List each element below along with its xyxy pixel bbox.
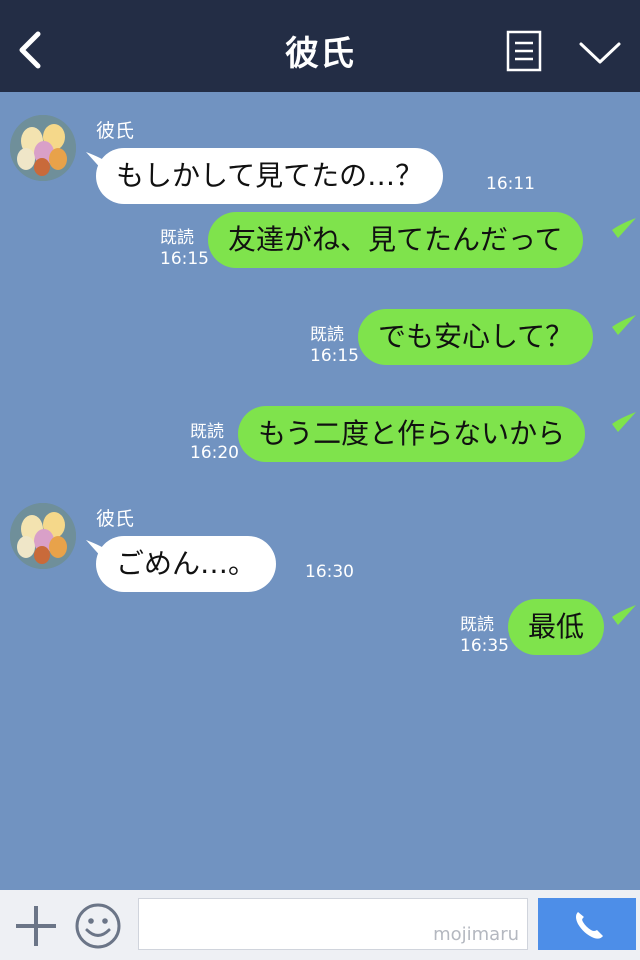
read-receipt: 既読 16:15 [160, 228, 209, 270]
chat-title: 彼氏 [285, 34, 355, 74]
read-label: 既読 [190, 422, 224, 442]
bubble-tail [612, 605, 636, 625]
message-bubble-incoming[interactable]: ごめん…。 [96, 536, 277, 592]
balloons-avatar-image [10, 115, 76, 181]
read-label: 既読 [460, 615, 494, 635]
read-receipt: 既読 16:35 [460, 615, 509, 657]
message-bubble-outgoing[interactable]: 友達がね、見てたんだって [208, 212, 583, 268]
avatar[interactable] [10, 503, 76, 569]
balloons-avatar-image [10, 503, 76, 569]
message-list[interactable]: 彼氏 もしかして見てたの…？ 16:11 既読 16:15 友達がね、見てたんだ… [0, 92, 640, 890]
sender-name: 彼氏 [96, 508, 135, 530]
chat-header: 彼氏 [0, 0, 640, 92]
chevron-down-icon[interactable] [578, 38, 622, 68]
message-time: 16:11 [486, 174, 535, 194]
read-receipt: 既読 16:15 [310, 325, 359, 367]
plus-icon[interactable] [14, 904, 58, 948]
message-time: 16:20 [190, 443, 239, 463]
read-label: 既読 [310, 325, 344, 345]
bubble-tail [612, 412, 636, 432]
emoji-icon[interactable] [74, 902, 122, 950]
phone-icon [576, 912, 603, 939]
message-time: 16:35 [460, 636, 509, 656]
bubble-tail [612, 315, 636, 335]
message-bubble-outgoing[interactable]: もう二度と作らないから [238, 406, 586, 462]
sender-name: 彼氏 [96, 120, 135, 142]
avatar[interactable] [10, 115, 76, 181]
message-input[interactable]: mojimaru [138, 898, 528, 950]
message-bubble-outgoing[interactable]: 最低 [508, 599, 605, 655]
menu-list-icon[interactable] [506, 30, 542, 72]
watermark-text: mojimaru [433, 924, 519, 945]
message-time: 16:15 [160, 249, 209, 269]
read-receipt: 既読 16:20 [190, 422, 239, 464]
call-button[interactable] [538, 898, 636, 950]
message-bubble-outgoing[interactable]: でも安心して？ [358, 309, 594, 365]
message-time: 16:30 [305, 562, 354, 582]
message-time: 16:15 [310, 346, 359, 366]
message-bubble-incoming[interactable]: もしかして見てたの…？ [96, 148, 444, 204]
bubble-tail [612, 218, 636, 238]
read-label: 既読 [160, 228, 194, 248]
